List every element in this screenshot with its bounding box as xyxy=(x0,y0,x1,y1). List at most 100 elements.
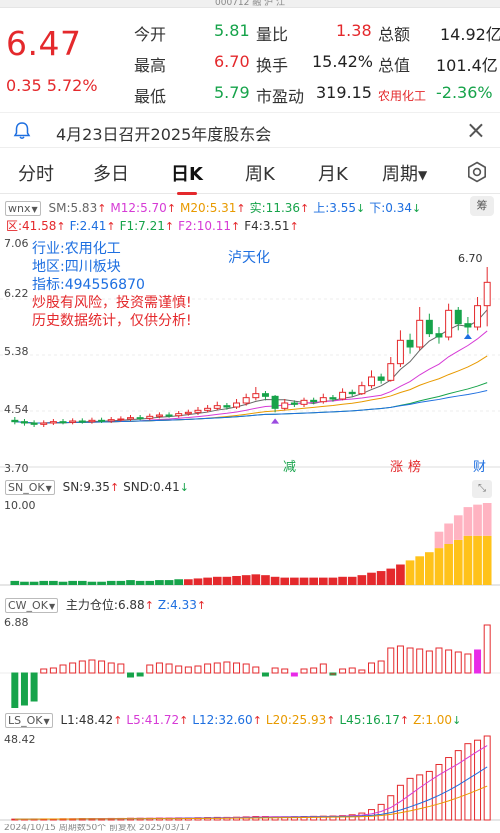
cw-bar xyxy=(464,653,472,674)
announcement-bar[interactable]: 4月23日召开2025年度股东会 × xyxy=(0,112,500,148)
indicator-value: L12:32.60↑ xyxy=(192,713,262,727)
price-axis-label: 4.54 xyxy=(4,403,29,416)
sn-bar xyxy=(376,571,386,585)
tab-multi-day[interactable]: 多日 xyxy=(93,160,129,186)
stat-value: 14.92亿 xyxy=(440,25,500,44)
industry-line: 行业:农用化工 xyxy=(32,240,192,258)
sn-bar xyxy=(463,535,473,585)
arrow-up-icon: ↑ xyxy=(399,714,410,727)
sector-change: -2.36% xyxy=(436,83,493,102)
tab-period[interactable]: 周期▼ xyxy=(382,160,427,186)
candle-body xyxy=(252,393,260,399)
sn-bar xyxy=(434,548,444,585)
sn-bar xyxy=(367,572,376,585)
price-change: 0.35 5.72% xyxy=(6,76,98,95)
stat-value: 15.42% xyxy=(312,52,374,71)
cw-bar xyxy=(11,672,19,708)
sn-bar xyxy=(251,574,261,585)
sector-label[interactable]: 农用化工 xyxy=(378,87,426,104)
cw-bar xyxy=(155,662,163,674)
cw-bar xyxy=(59,664,67,674)
sn-bar xyxy=(444,544,453,585)
candle-body xyxy=(40,422,48,425)
candle-body xyxy=(117,418,125,421)
close-icon[interactable]: × xyxy=(466,118,486,142)
sn-bar-top xyxy=(453,515,463,540)
candle-body xyxy=(59,421,67,424)
cw-bar xyxy=(69,662,77,674)
cw-indicator-row: CW_OK▼ 主力仓位:6.88↑ Z:4.33↑ xyxy=(0,596,500,613)
candle-body xyxy=(483,281,491,307)
sn-bar xyxy=(68,580,77,585)
sn-bar xyxy=(58,581,68,585)
indicator-value: SN:9.35↑ xyxy=(62,480,120,494)
cw-bar xyxy=(117,663,125,674)
sn-bar xyxy=(357,575,367,585)
sn-bar xyxy=(106,580,116,585)
indicator-value: Z:1.00↓ xyxy=(413,713,462,727)
indicator-value: 下:0.34↓ xyxy=(369,201,422,215)
stat-row: 今开 5.81 量比 1.38 总额 14.92亿 xyxy=(134,17,500,48)
candle-body xyxy=(136,417,144,420)
sn-bar xyxy=(222,576,232,585)
candle-body xyxy=(20,421,28,424)
price-axis-label: 3.70 xyxy=(4,462,29,475)
cw-bar xyxy=(78,660,86,674)
sn-bar xyxy=(473,535,482,585)
arrow-down-icon: ↓ xyxy=(356,202,366,215)
cw-bar xyxy=(319,663,327,674)
cw-bar xyxy=(339,668,347,674)
cw-bar xyxy=(396,645,404,674)
sn-bar xyxy=(241,575,251,585)
sn-bar xyxy=(232,575,241,585)
tab-timeshare[interactable]: 分时 xyxy=(18,160,54,186)
candle-body xyxy=(271,395,279,409)
dropdown-icon: ▼ xyxy=(31,205,38,214)
sn-bar-top xyxy=(444,523,453,544)
indicator-value: 区:41.58↑ xyxy=(6,219,66,233)
indicator-name: LS_OK xyxy=(8,714,43,727)
sn-bar xyxy=(49,580,58,585)
cw-bar xyxy=(127,672,134,678)
indicator-value: L20:25.93↑ xyxy=(265,713,336,727)
cw-bar xyxy=(406,647,414,674)
arrow-up-icon: ↑ xyxy=(106,220,116,233)
tab-daily-k[interactable]: 日K xyxy=(171,160,203,195)
main-indicator-selector[interactable]: wnx▼ xyxy=(5,201,41,216)
tab-monthly-k[interactable]: 月K xyxy=(318,160,348,186)
sn-bar xyxy=(482,535,492,585)
buy-signal-icon xyxy=(271,418,280,424)
expand-icon[interactable]: ⤡ xyxy=(472,480,492,498)
cw-bar xyxy=(310,667,318,674)
region-label: 地区: xyxy=(32,259,65,275)
quote-header: 6.47 0.35 5.72% 今开 5.81 量比 1.38 总额 14.92… xyxy=(0,14,500,106)
ls-bar xyxy=(483,735,491,821)
indicator-value: Z:4.33↑ xyxy=(157,598,207,612)
stock-info-overlay: 行业:农用化工 地区:四川板块 指标:494556870 炒股有风险，投资需谨慎… xyxy=(32,240,192,330)
tab-weekly-k[interactable]: 周K xyxy=(245,160,275,186)
ls-bar xyxy=(435,763,443,821)
cw-indicator-values: 主力仓位:6.88↑ Z:4.33↑ xyxy=(62,598,206,612)
arrow-up-icon: ↑ xyxy=(300,202,310,215)
sn-bar xyxy=(184,579,193,585)
sn-indicator-selector[interactable]: SN_OK▼ xyxy=(5,480,55,495)
cw-bar xyxy=(165,663,173,674)
gear-icon[interactable] xyxy=(466,161,488,183)
indicator-value: F4:3.51↑ xyxy=(244,219,299,233)
moving-average-line xyxy=(14,355,488,424)
main-indicator-values-2: 区:41.58↑ F:2.41↑ F1:7.21↑ F2:10.11↑ F4:3.51↑ xyxy=(2,219,299,233)
arrow-up-icon: ↑ xyxy=(113,714,123,727)
cw-bar xyxy=(387,647,395,674)
arrow-up-icon: ↑ xyxy=(252,714,262,727)
sn-bar xyxy=(338,576,347,585)
sn-bar xyxy=(290,577,299,585)
main-indicator-row: wnx▼ SM:5.83↑ M12:5.70↑ M20:5.31↑ 实:11.36↑ 上… xyxy=(0,199,500,216)
cw-indicator-selector[interactable]: CW_OK▼ xyxy=(5,598,59,613)
arrow-up-icon: ↑ xyxy=(166,202,177,215)
candle-body xyxy=(88,419,96,423)
stat-label: 市盈动 xyxy=(256,87,305,106)
announcement-text[interactable]: 4月23日召开2025年度股东会 xyxy=(56,121,271,145)
chip-distribution-button[interactable]: 筹 xyxy=(470,196,494,216)
ls-indicator-selector[interactable]: LS_OK▼ xyxy=(5,713,53,728)
moving-average-line xyxy=(14,389,488,424)
